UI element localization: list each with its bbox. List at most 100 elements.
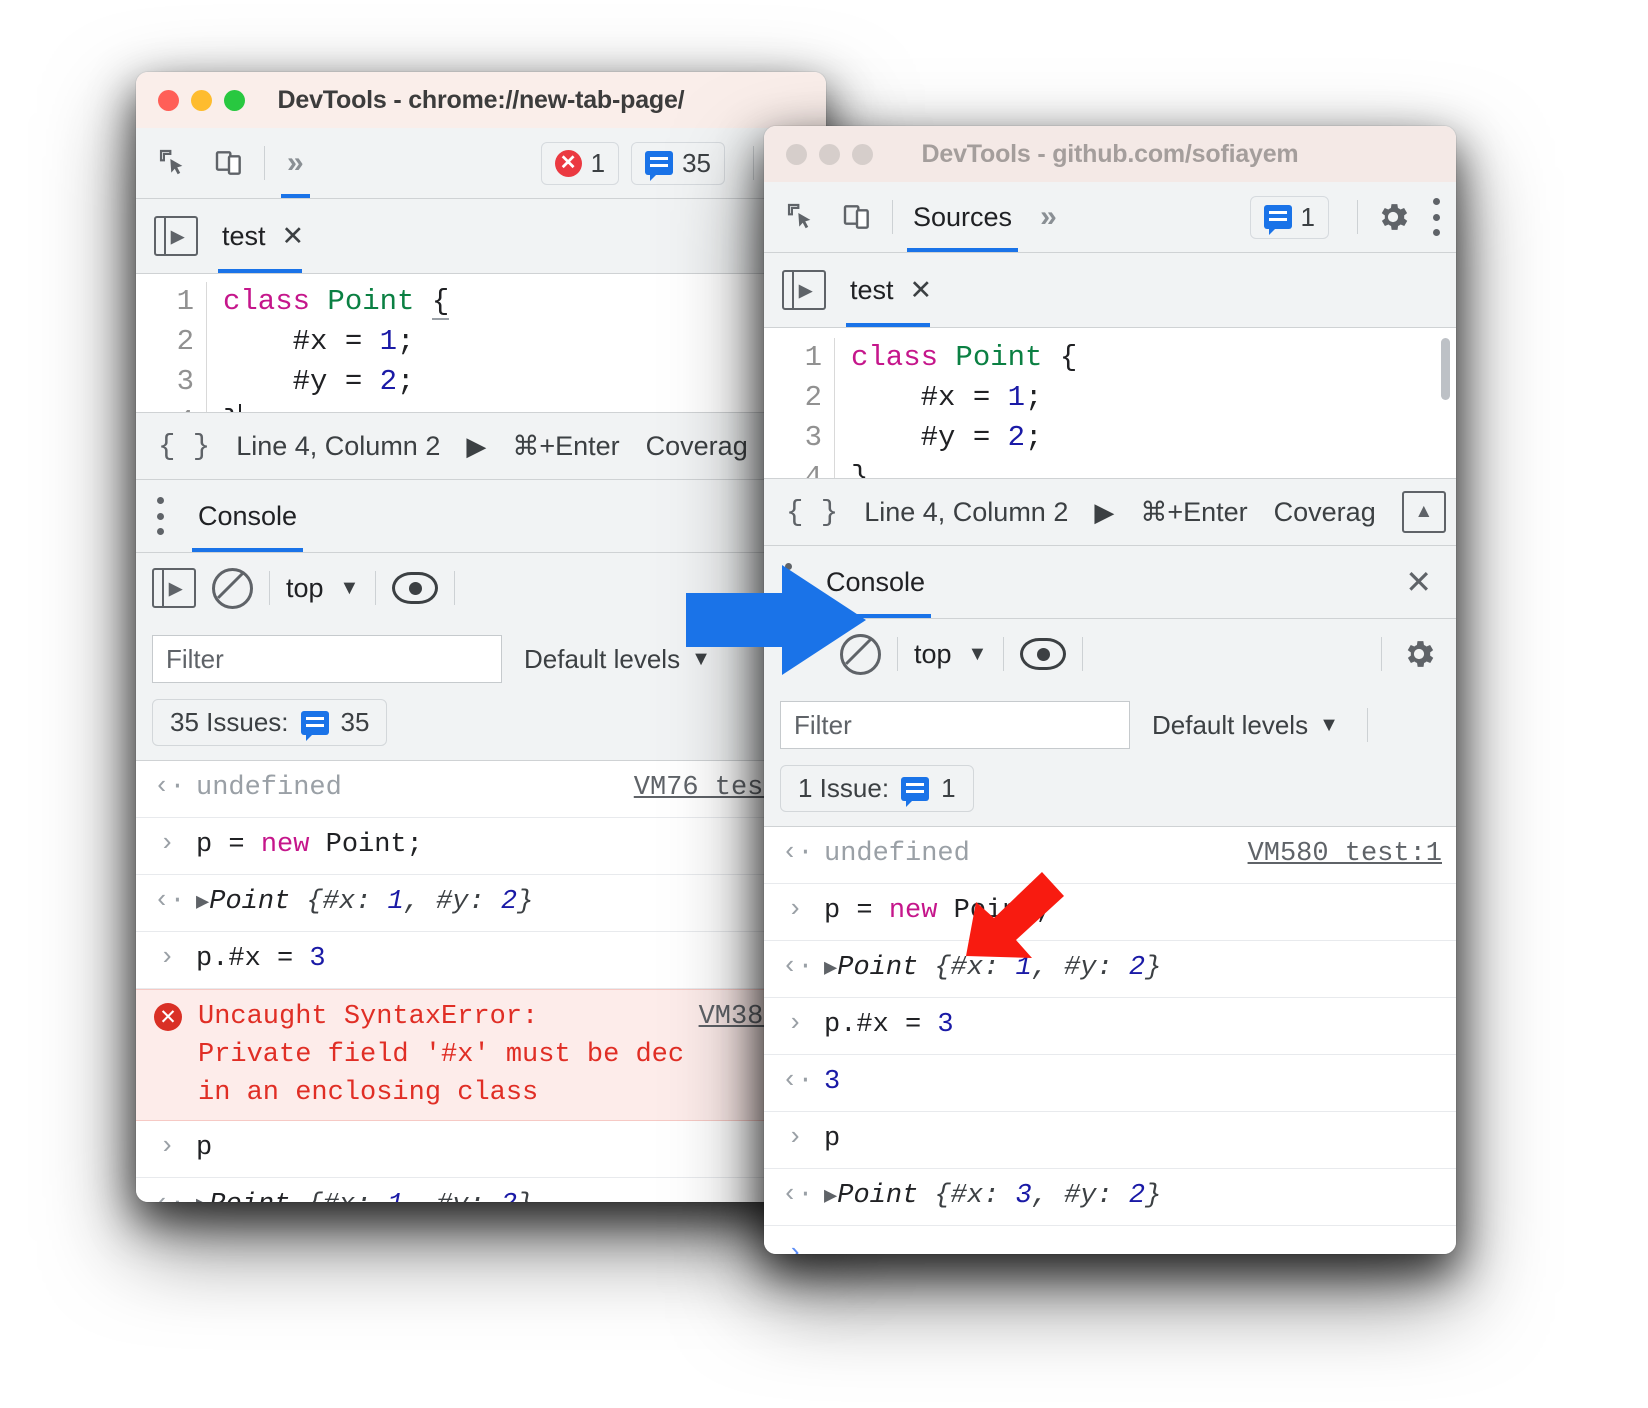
coverage-label[interactable]: Coverag (1274, 497, 1376, 528)
expand-triangle-icon[interactable]: ▶ (824, 1184, 837, 1209)
log-level-label: Default levels (524, 643, 681, 674)
message-text: p.#x = 3 (824, 1010, 954, 1040)
console-message-error: ✕ Uncaught SyntaxError: Private field '#… (136, 989, 826, 1121)
return-marker: ‹· (154, 1186, 185, 1202)
filter-input[interactable]: Filter (780, 701, 1130, 749)
navigator-toggle-icon[interactable]: ▶ (782, 270, 826, 310)
console-sidebar-icon[interactable]: ▶ (152, 568, 196, 608)
clear-console-icon[interactable] (212, 567, 253, 609)
message-source-link[interactable]: VM580 test:1 (1248, 835, 1456, 873)
console-prompt[interactable]: › (764, 1226, 1456, 1254)
error-counter[interactable]: ✕ 1 (540, 141, 620, 185)
expand-triangle-icon[interactable]: ▶ (824, 956, 837, 981)
file-tab-test[interactable]: test ✕ (846, 253, 936, 327)
return-marker: ‹· (782, 951, 814, 981)
line-content: #x = 1; (223, 325, 415, 358)
execution-context-label[interactable]: top (914, 639, 952, 670)
run-shortcut: ⌘+Enter (1140, 496, 1248, 527)
line-number: 4 (136, 402, 207, 412)
expand-triangle-icon[interactable]: ▶ (196, 1193, 209, 1202)
line-content: #y = 2; (223, 365, 415, 398)
line-number: 3 (764, 418, 835, 458)
message-text: p (824, 1124, 841, 1154)
coverage-label[interactable]: Coverag (646, 431, 748, 462)
console-divider-2 (1003, 637, 1005, 671)
run-icon[interactable]: ▶ (466, 431, 486, 462)
left-devtools-toolbar: » ✕ 1 35 (136, 128, 826, 199)
live-expression-icon[interactable] (1020, 638, 1067, 670)
left-window-traffic-lights[interactable] (158, 89, 245, 111)
dock-up-icon[interactable]: ▲ (1401, 491, 1446, 533)
tab-console[interactable]: Console (192, 480, 304, 552)
right-code-editor[interactable]: 1 class Point { 2 #x = 1; 3 #y = 2; 4 } (764, 328, 1456, 478)
chevron-down-icon[interactable]: ▼ (340, 577, 360, 600)
close-window-button[interactable] (786, 143, 807, 165)
expand-triangle-icon[interactable]: ▶ (196, 890, 209, 915)
navigator-toggle-icon[interactable]: ▶ (154, 216, 198, 256)
message-text: p = new Point; (196, 830, 423, 860)
cursor-position: Line 4, Column 2 (236, 430, 441, 461)
more-options-icon[interactable] (156, 497, 164, 535)
device-toolbar-icon[interactable] (208, 142, 250, 184)
file-tab-test[interactable]: test ✕ (218, 199, 308, 273)
minimize-window-button[interactable] (191, 89, 212, 111)
message-text: 3 (824, 1067, 841, 1097)
close-window-button[interactable] (158, 89, 179, 111)
message-text: p (196, 1133, 213, 1163)
issues-chip[interactable]: 35 Issues: 35 (152, 699, 388, 746)
issue-icon (1263, 205, 1292, 235)
console-message-input: › p = new Point; (136, 818, 826, 875)
live-expression-icon[interactable] (392, 572, 439, 604)
console-message-input: › p (136, 1121, 826, 1178)
pretty-print-icon[interactable]: { } (158, 430, 210, 463)
tab-sources[interactable]: Sources (907, 182, 1019, 252)
close-icon[interactable]: ✕ (282, 222, 305, 250)
execution-context-label[interactable]: top (286, 573, 324, 604)
prompt-input[interactable] (824, 1236, 1456, 1254)
maximize-window-button[interactable] (852, 143, 873, 165)
more-panels-button[interactable]: » (1032, 182, 1065, 252)
line-content: #y = 2; (851, 421, 1043, 454)
issues-chip-count: 1 (941, 773, 956, 803)
pretty-print-icon[interactable]: { } (786, 496, 838, 529)
toolbar-divider-2 (1357, 200, 1358, 234)
close-icon[interactable]: ✕ (1405, 566, 1432, 598)
inspect-cursor-icon[interactable] (152, 142, 194, 184)
right-window-traffic-lights[interactable] (786, 143, 873, 165)
issue-count: 35 (682, 147, 711, 178)
console-divider-3 (1082, 637, 1084, 671)
maximize-window-button[interactable] (224, 89, 245, 111)
filter-input[interactable]: Filter (152, 635, 502, 683)
log-level-dropdown[interactable]: Default levels ▼ (524, 644, 711, 675)
console-message-object: ‹· ▶Point {#x: 3, #y: 2} (764, 1169, 1456, 1226)
left-console-messages: ‹· undefined VM76 test:1 › p = new Point… (136, 761, 826, 1202)
input-marker: › (787, 1008, 803, 1038)
issues-chip[interactable]: 1 Issue: 1 (780, 765, 974, 812)
device-toolbar-icon[interactable] (836, 196, 878, 238)
issue-icon (645, 151, 674, 181)
more-options-icon[interactable] (1432, 198, 1440, 236)
issues-counter[interactable]: 1 (1249, 195, 1329, 239)
screenshot-canvas: DevTools - chrome://new-tab-page/ » ✕ 1 … (0, 0, 1648, 1408)
editor-scrollbar[interactable] (1441, 338, 1450, 400)
run-icon[interactable]: ▶ (1094, 497, 1114, 528)
more-panels-button[interactable]: » (279, 128, 312, 198)
console-divider-2 (375, 571, 377, 605)
code-line: 2 #x = 1; (764, 378, 1456, 418)
console-divider-4 (1381, 637, 1382, 671)
chevron-down-icon: ▼ (1319, 713, 1339, 736)
chevron-down-icon[interactable]: ▼ (968, 643, 988, 666)
file-tab-label: test (850, 274, 894, 305)
right-window-titlebar: DevTools - github.com/sofiayem (764, 126, 1456, 182)
minimize-window-button[interactable] (819, 143, 840, 165)
gear-icon[interactable] (1398, 633, 1440, 675)
log-level-dropdown[interactable]: Default levels ▼ (1152, 710, 1339, 741)
gear-icon[interactable] (1372, 196, 1414, 238)
code-line: 3 #y = 2; (764, 418, 1456, 458)
close-icon[interactable]: ✕ (910, 276, 933, 304)
inspect-cursor-icon[interactable] (780, 196, 822, 238)
left-code-editor[interactable]: 1 class Point { 2 #x = 1; 3 #y = 2; 4 } (136, 274, 826, 412)
issues-counter[interactable]: 35 (631, 141, 725, 185)
error-icon: ✕ (154, 1003, 182, 1031)
prompt-marker: › (787, 1238, 803, 1254)
